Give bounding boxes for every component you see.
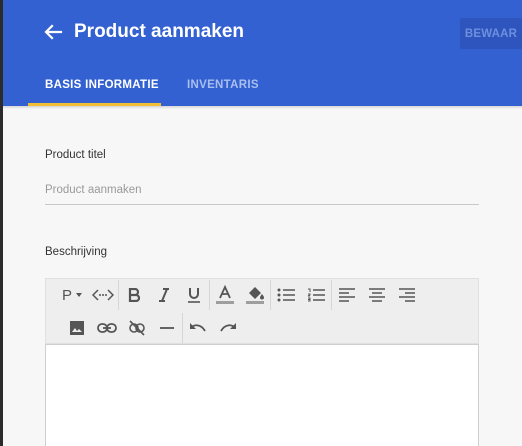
insert-image-icon[interactable] [62,313,92,343]
bold-icon[interactable] [119,280,149,310]
description-editor[interactable] [45,344,479,446]
toolbar-group-insert [46,312,182,344]
align-right-icon[interactable] [392,280,422,310]
toolbar-group-style [119,279,209,311]
app-bar: Product aanmaken BEWAAR BASIS INFORMATIE… [3,0,522,106]
remove-link-icon[interactable] [122,313,152,343]
background-color-icon[interactable] [240,280,270,310]
align-center-icon[interactable] [362,280,392,310]
product-title-label: Product titel [45,149,106,161]
undo-icon[interactable] [183,313,213,343]
description-label: Beschrijving [45,246,107,258]
save-button[interactable]: BEWAAR [460,18,522,49]
editor-toolbar: P [45,278,479,344]
paragraph-format-dropdown[interactable]: P [46,280,88,310]
italic-icon[interactable] [149,280,179,310]
tab-inventaris[interactable]: INVENTARIS [187,79,259,91]
toolbar-group-align [332,279,422,311]
toolbar-group-format: P [46,279,118,311]
align-left-icon[interactable] [332,280,362,310]
paragraph-format-icon: P [62,286,73,304]
insert-link-icon[interactable] [92,313,122,343]
numbered-list-icon[interactable] [301,280,331,310]
arrow-left-icon[interactable] [41,21,65,43]
horizontal-line-icon[interactable] [152,313,182,343]
redo-icon[interactable] [213,313,243,343]
toolbar-group-lists [271,279,331,311]
product-title-input[interactable] [45,176,479,205]
toolbar-row-1: P [46,279,422,311]
app-bar-shadow [3,106,522,109]
underline-icon[interactable] [179,280,209,310]
page-title: Product aanmaken [74,21,244,42]
tab-basis-informatie[interactable]: BASIS INFORMATIE [45,79,159,91]
chevron-down-icon [76,293,83,297]
bulleted-list-icon[interactable] [271,280,301,310]
app-window: Product aanmaken BEWAAR BASIS INFORMATIE… [3,0,522,446]
toolbar-row-2 [46,312,243,344]
toolbar-group-history [183,312,243,344]
toolbar-group-color [210,279,270,311]
code-view-icon[interactable] [88,280,118,310]
text-color-icon[interactable] [210,280,240,310]
